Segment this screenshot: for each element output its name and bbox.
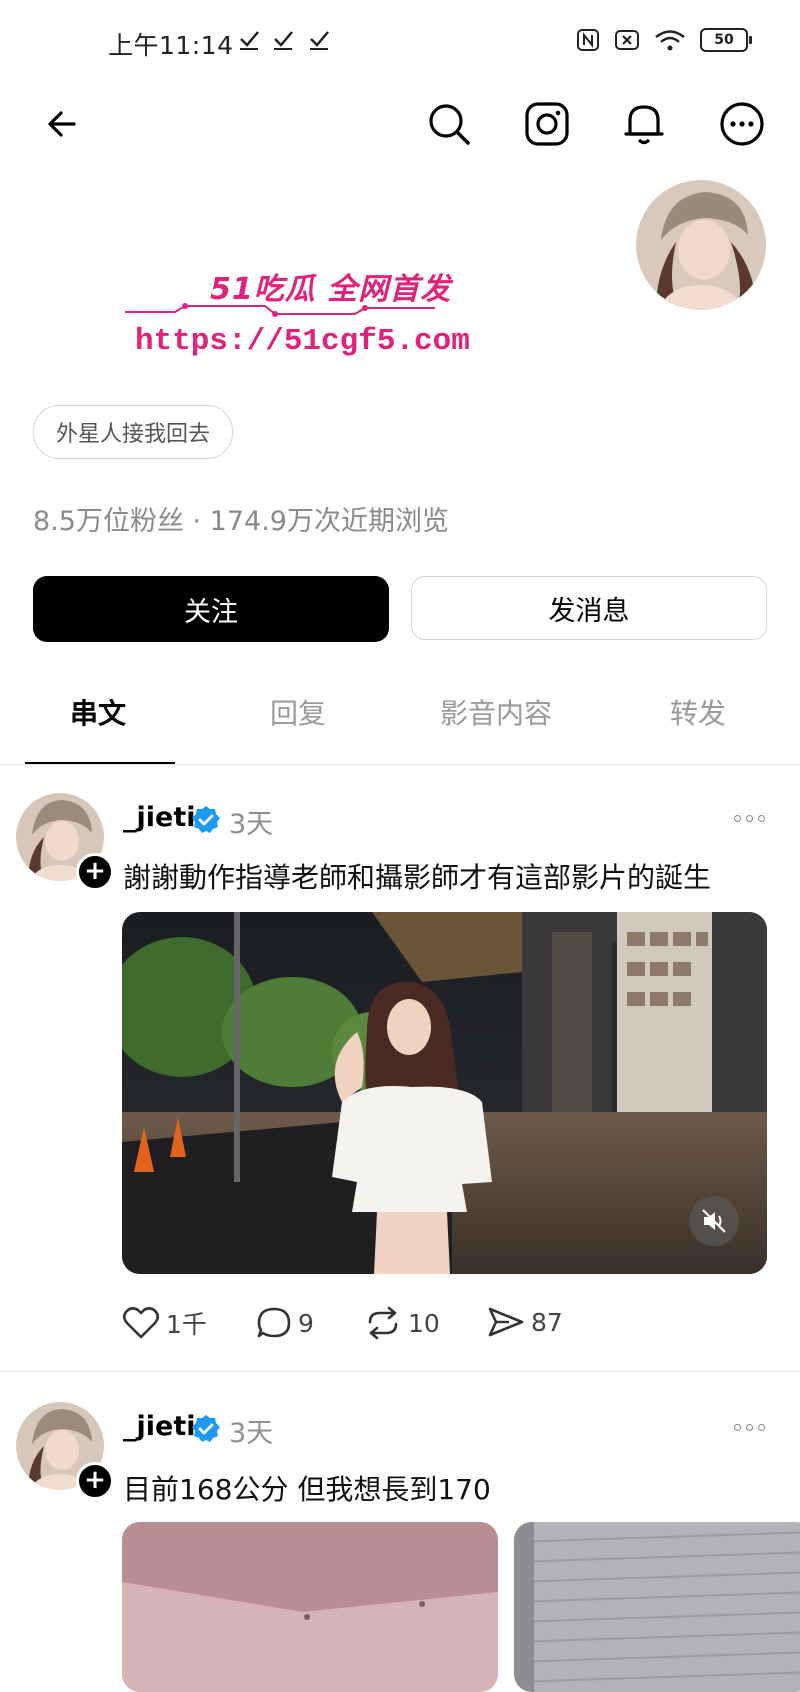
bio-chip[interactable]: 外星人接我回去 [33, 405, 234, 459]
mute-button[interactable] [689, 1196, 739, 1246]
watermark-title: 51吃瓜 全网首发 [210, 272, 452, 307]
post-text: 謝謝動作指導老師和攝影師才有這部影片的誕生 [123, 861, 712, 894]
verified-badge-icon [192, 1415, 220, 1442]
profile-stats: 8.5万位粉丝 · 174.9万次近期浏览 [33, 506, 449, 537]
check-icon [274, 31, 293, 50]
comment-button[interactable]: 9 [256, 1305, 314, 1341]
more-button[interactable] [716, 98, 768, 150]
tab-replies[interactable]: 回复 [270, 692, 326, 732]
check-icon [240, 31, 259, 50]
tab-divider [0, 764, 800, 765]
heart-icon [122, 1307, 160, 1339]
post-username[interactable]: _jieti [123, 802, 195, 833]
profile-avatar[interactable] [636, 180, 766, 310]
wifi-icon [655, 30, 685, 51]
post-time: 3天 [229, 1418, 274, 1449]
search-button[interactable] [423, 98, 475, 150]
post-username[interactable]: _jieti [123, 1411, 195, 1442]
nfc-icon [577, 29, 599, 51]
post-divider [0, 1371, 800, 1372]
more-circle-icon [720, 102, 764, 146]
post-text: 目前168公分 但我想長到170 [123, 1473, 491, 1506]
follow-button[interactable]: 关注 [33, 576, 389, 642]
check-icon [310, 31, 329, 50]
search-icon [429, 104, 470, 145]
message-button[interactable]: 发消息 [411, 576, 767, 640]
tab-reposts[interactable]: 转发 [670, 692, 726, 732]
notifications-button[interactable] [618, 98, 670, 150]
instagram-button[interactable] [521, 98, 573, 150]
post-image[interactable] [122, 1522, 498, 1692]
battery-icon: 50 [700, 28, 752, 52]
post-time: 3天 [229, 809, 274, 840]
like-count: 1千 [166, 1310, 207, 1339]
verified-badge-icon [192, 806, 220, 833]
repost-count: 10 [408, 1308, 440, 1338]
repost-button[interactable]: 10 [364, 1305, 440, 1341]
instagram-icon [525, 102, 569, 146]
repost-icon [368, 1306, 398, 1340]
post-more-button[interactable] [734, 1417, 770, 1437]
comment-count: 9 [298, 1308, 314, 1338]
speaker-muted-icon [702, 1209, 726, 1233]
like-button[interactable]: 1千 [122, 1305, 207, 1341]
post-more-button[interactable] [734, 808, 770, 828]
follow-plus-badge[interactable]: + [76, 853, 114, 891]
share-count: 87 [531, 1307, 563, 1337]
send-icon [488, 1307, 524, 1337]
post-image[interactable] [514, 1522, 800, 1692]
comment-bubble-icon [257, 1307, 291, 1338]
sim-off-icon [615, 30, 639, 50]
bell-icon [624, 105, 664, 145]
tab-threads[interactable]: 串文 [70, 692, 126, 732]
status-time: 上午11:14 [108, 31, 234, 60]
status-icons: 50 [576, 28, 752, 52]
tab-media[interactable]: 影音内容 [440, 692, 552, 732]
share-button[interactable]: 87 [487, 1305, 563, 1339]
post-video[interactable] [122, 912, 767, 1274]
back-arrow-icon [48, 111, 76, 137]
back-button[interactable] [36, 98, 88, 150]
watermark-url: https://51cgf5.com [135, 324, 470, 359]
follow-plus-badge[interactable]: + [76, 1462, 114, 1500]
